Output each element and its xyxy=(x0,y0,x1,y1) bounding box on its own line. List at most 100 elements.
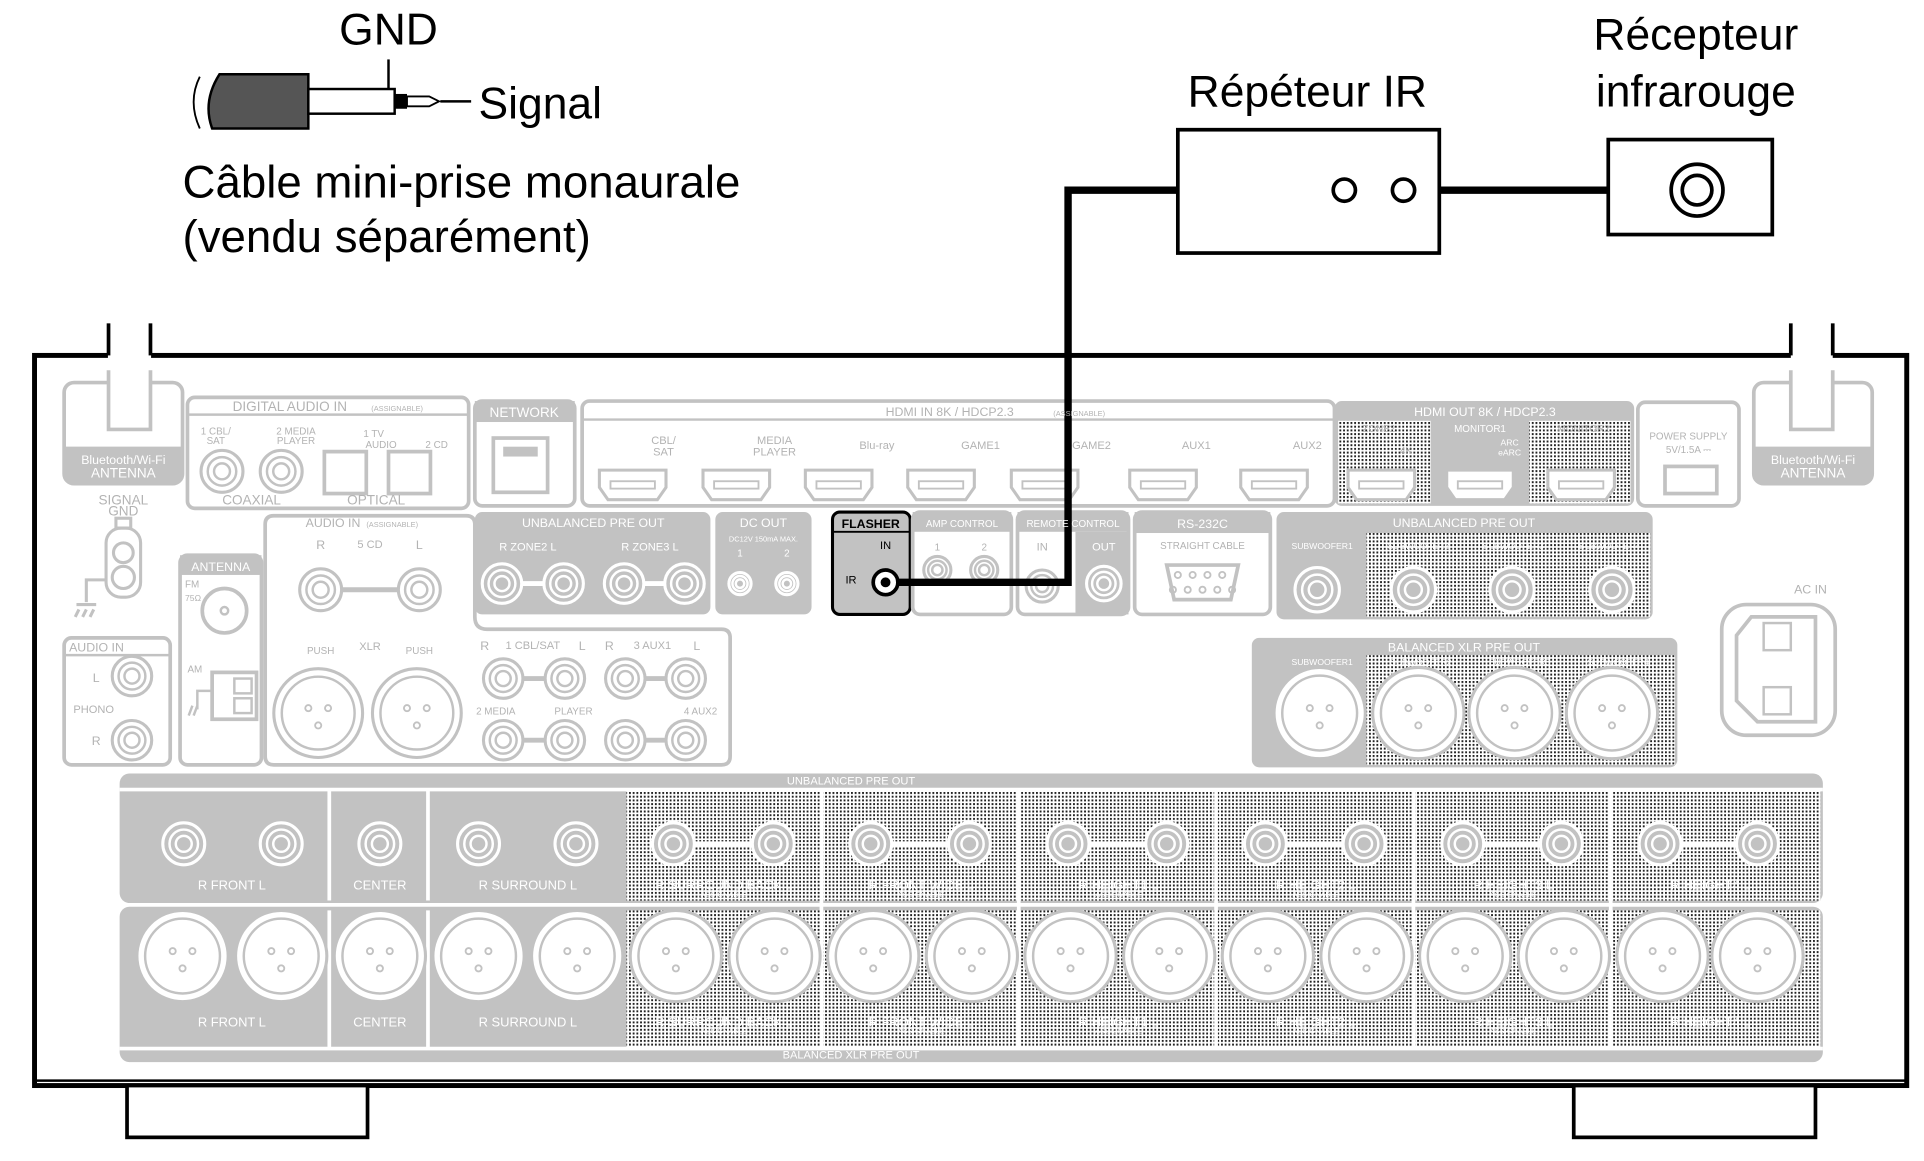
usb-port[interactable] xyxy=(1663,464,1719,496)
unbalanced-pre-out-jack[interactable] xyxy=(1637,821,1683,867)
hdmi-in-7[interactable] xyxy=(1239,468,1309,502)
hdmi-in-6[interactable] xyxy=(1128,468,1198,502)
balanced-xlr-pre-out-jack[interactable] xyxy=(1319,908,1414,1004)
subwoofer-pre-out-1[interactable] xyxy=(1293,566,1341,614)
balanced-xlr-pre-out-jack[interactable] xyxy=(530,908,625,1004)
unbalanced-pre-out-jack[interactable] xyxy=(553,821,599,867)
fm-antenna-connector[interactable] xyxy=(200,586,249,635)
balanced-xlr-pre-out-jack[interactable] xyxy=(431,908,526,1004)
rs232c-port[interactable] xyxy=(1164,563,1241,602)
panel-audio-in-assignable-row1-2-label: L xyxy=(579,639,586,653)
hdmi-in-2[interactable] xyxy=(701,468,772,502)
analog-input-jack[interactable] xyxy=(664,718,708,762)
zone-pre-out-jack[interactable] xyxy=(602,562,646,605)
subwoofer-xlr-out-4[interactable] xyxy=(1564,665,1660,761)
balanced-xlr-pre-out-jack[interactable] xyxy=(1516,908,1612,1004)
unbalanced-pre-out-jack[interactable] xyxy=(1341,821,1387,867)
subwoofer-pre-out-4[interactable] xyxy=(1588,566,1636,614)
ac-inlet[interactable] xyxy=(1719,602,1838,738)
optical-input-1[interactable] xyxy=(322,449,369,496)
subwoofer-pre-out-3[interactable] xyxy=(1488,566,1536,614)
balanced-xlr-pre-out-jack[interactable] xyxy=(826,908,921,1004)
zone-pre-out-jack[interactable] xyxy=(480,562,524,605)
phono-input-r[interactable] xyxy=(110,718,154,762)
unbalanced-pre-out-jack[interactable] xyxy=(1045,821,1091,867)
unbalanced-pre-out-jack[interactable] xyxy=(258,821,304,867)
unbalanced-pre-out-jack[interactable] xyxy=(1734,821,1781,867)
analog-input-jack[interactable] xyxy=(604,657,647,700)
dc-out-1[interactable] xyxy=(727,570,753,597)
hdmi-out-zone2[interactable] xyxy=(1346,468,1417,502)
panel-network-label: NETWORK xyxy=(490,405,559,420)
panel-remote-control-in-label: IN xyxy=(1037,541,1048,553)
panel-pre-out-channels-8-label: R HEIGHT4 L xyxy=(1671,877,1751,892)
analog-input-jack[interactable] xyxy=(604,718,647,762)
unbalanced-pre-out-jack[interactable] xyxy=(1242,821,1288,867)
unbalanced-pre-out-jack[interactable] xyxy=(456,821,502,867)
panel-hdmi-out-zone2-note-label: 4K xyxy=(1400,446,1412,457)
analog-input-jack[interactable] xyxy=(664,657,708,700)
hdmi-out-monitor2[interactable] xyxy=(1546,468,1616,502)
analog-input-jack[interactable] xyxy=(481,718,525,762)
balanced-xlr-pre-out-jack[interactable] xyxy=(135,908,230,1004)
cd-input-l[interactable] xyxy=(396,567,442,613)
xlr-input-r[interactable] xyxy=(272,667,365,760)
balanced-xlr-pre-out-jack[interactable] xyxy=(1615,908,1710,1004)
unbalanced-pre-out-jack[interactable] xyxy=(848,821,894,867)
unbalanced-pre-out-jack[interactable] xyxy=(750,821,796,867)
balanced-xlr-pre-out-jack[interactable] xyxy=(727,908,822,1004)
analog-input-jack[interactable] xyxy=(543,718,587,762)
dc-out-2[interactable] xyxy=(774,570,800,597)
panel-audio-in-assignable-note-label: (ASSIGNABLE) xyxy=(366,520,418,529)
balanced-xlr-pre-out-jack[interactable] xyxy=(332,908,428,1004)
analog-input-jack[interactable] xyxy=(481,657,525,700)
ir-flasher-connection-diagram: GND Signal Câble mini-prise monaurale(vend… xyxy=(32,6,1910,1140)
panel-audio-in-assignable-l-label: L xyxy=(416,538,423,552)
hdmi-in-3[interactable] xyxy=(803,468,874,502)
balanced-xlr-pre-out-jack[interactable] xyxy=(628,908,724,1004)
remote-control-out[interactable] xyxy=(1085,564,1123,603)
subwoofer-xlr-out-1[interactable] xyxy=(1272,665,1367,761)
hdmi-in-4[interactable] xyxy=(906,468,976,502)
unbalanced-pre-out-jack[interactable] xyxy=(1144,821,1190,867)
ethernet-port[interactable] xyxy=(491,436,550,495)
phono-input-l[interactable] xyxy=(110,654,154,698)
subwoofer-xlr-out-3[interactable] xyxy=(1467,665,1562,761)
panel-hdmi-in-labels-3-label: PLAYER xyxy=(753,446,796,458)
unbalanced-pre-out-jack[interactable] xyxy=(1538,821,1584,867)
panel-pre-out-assignable-label: ASSIGNABLE xyxy=(1490,890,1537,899)
balanced-xlr-pre-out-jack[interactable] xyxy=(1418,908,1513,1004)
balanced-xlr-pre-out-jack[interactable] xyxy=(1710,908,1805,1004)
subwoofer-xlr-out-2[interactable] xyxy=(1371,665,1466,761)
balanced-xlr-pre-out-jack[interactable] xyxy=(1220,908,1316,1004)
balanced-xlr-pre-out-jack[interactable] xyxy=(1122,908,1217,1004)
subwoofer-pre-out-2[interactable] xyxy=(1389,566,1438,614)
coaxial-input-1[interactable] xyxy=(199,448,245,494)
panel-audio-in-assignable-row1-4-label: 3 AUX1 xyxy=(634,640,672,652)
panel-pre-out-channels-2-label: R SURROUND L xyxy=(479,1014,577,1029)
unbalanced-pre-out-jack[interactable] xyxy=(357,821,403,867)
analog-input-jack[interactable] xyxy=(543,657,587,700)
balanced-xlr-pre-out-jack[interactable] xyxy=(924,908,1020,1004)
balanced-xlr-pre-out-jack[interactable] xyxy=(234,908,329,1004)
balanced-xlr-pre-out-jack[interactable] xyxy=(1023,908,1118,1004)
zone-pre-out-jack[interactable] xyxy=(663,562,706,605)
panel-amp-control-ch2-label: 2 xyxy=(981,542,986,553)
panel-pre-out-balanced-title-label: BALANCED XLR PRE OUT xyxy=(783,1049,920,1061)
unbalanced-pre-out-jack[interactable] xyxy=(161,821,207,867)
unbalanced-pre-out-jack[interactable] xyxy=(1440,821,1486,867)
zone-pre-out-jack[interactable] xyxy=(542,562,585,605)
cd-input-r[interactable] xyxy=(298,567,344,613)
coaxial-input-2[interactable] xyxy=(258,448,304,494)
unbalanced-pre-out-jack[interactable] xyxy=(946,821,992,867)
panel-amp-control-ch1-label: 1 xyxy=(935,542,940,553)
panel-pre-out-channels-1-label: CENTER xyxy=(353,1014,406,1029)
unbalanced-pre-out-jack[interactable] xyxy=(650,821,696,867)
hdmi-out-monitor1[interactable] xyxy=(1445,468,1515,502)
hdmi-in-1[interactable] xyxy=(597,468,668,502)
xlr-input-l[interactable] xyxy=(370,667,463,760)
optical-input-2[interactable] xyxy=(386,449,433,496)
panel-phono-r-label: R xyxy=(92,734,101,748)
callouts-receiver-line1-label: Récepteur xyxy=(1593,11,1798,60)
flasher-ir-jack[interactable] xyxy=(871,568,900,597)
